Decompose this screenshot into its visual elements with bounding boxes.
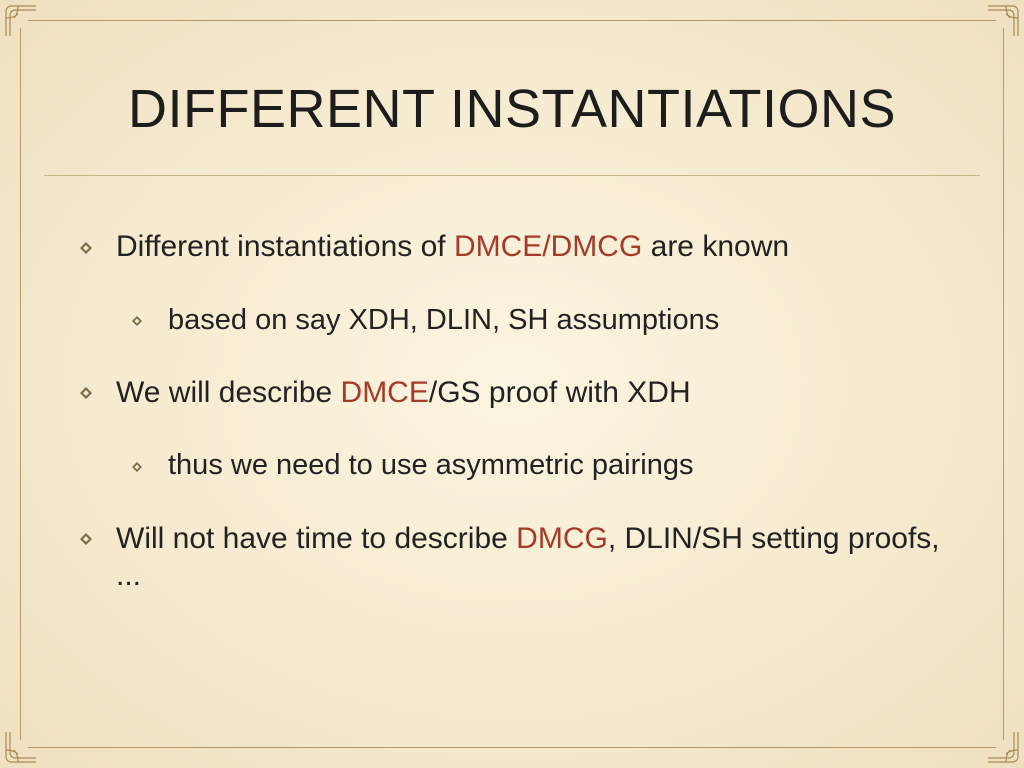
bullet-text: Will not have time to describe <box>116 522 516 555</box>
corner-ornament-icon <box>986 4 1020 38</box>
bullet-text: We will describe <box>116 376 341 409</box>
bullet-text: /GS proof with XDH <box>429 376 691 409</box>
bullet-subitem: based on say XDH, DLIN, SH assumptions <box>132 302 954 338</box>
frame-line-right <box>1003 28 1004 740</box>
corner-ornament-icon <box>4 4 38 38</box>
diamond-bullet-icon <box>80 533 92 545</box>
diamond-bullet-icon <box>80 242 92 254</box>
highlight-text: DMCE <box>341 376 429 409</box>
frame-line-left <box>20 28 21 740</box>
highlight-text: DMCG <box>516 522 608 555</box>
bullet-text: based on say XDH, DLIN, SH assumptions <box>168 304 719 336</box>
frame-line-top <box>28 20 996 21</box>
bullet-item: Will not have time to describe DMCG, DLI… <box>80 520 954 595</box>
diamond-bullet-icon <box>80 387 92 399</box>
bullet-item: We will describe DMCE/GS proof with XDH <box>80 374 954 412</box>
slide-body: Different instantiations of DMCE/DMCG ar… <box>80 200 954 623</box>
bullet-text: thus we need to use asymmetric pairings <box>168 449 693 481</box>
frame-line-bottom <box>28 747 996 748</box>
slide-title: DIFFERENT INSTANTIATIONS <box>60 78 964 140</box>
diamond-bullet-icon <box>132 316 142 326</box>
highlight-text: DMCE/DMCG <box>454 230 642 263</box>
corner-ornament-icon <box>986 730 1020 764</box>
diamond-bullet-icon <box>132 462 142 472</box>
title-underline <box>44 175 980 176</box>
bullet-item: Different instantiations of DMCE/DMCG ar… <box>80 228 954 266</box>
corner-ornament-icon <box>4 730 38 764</box>
bullet-subitem: thus we need to use asymmetric pairings <box>132 447 954 483</box>
bullet-text: are known <box>642 230 789 263</box>
slide: DIFFERENT INSTANTIATIONS Different insta… <box>0 0 1024 768</box>
bullet-text: Different instantiations of <box>116 230 454 263</box>
